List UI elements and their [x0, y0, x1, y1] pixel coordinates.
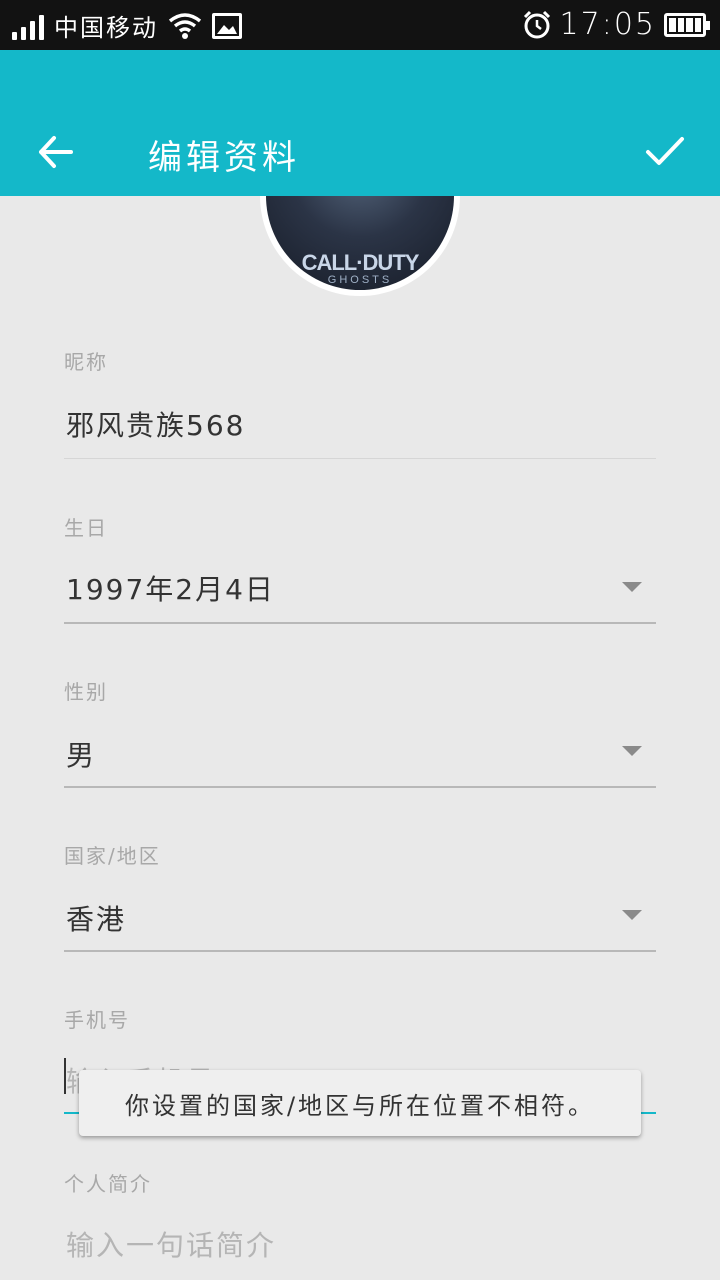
- region-underline: [64, 950, 656, 952]
- status-time: 17:05: [559, 7, 656, 42]
- birthday-value: 1997年2月4日: [66, 573, 275, 606]
- gender-underline: [64, 786, 656, 788]
- wifi-icon: [168, 12, 202, 39]
- check-icon: [646, 137, 684, 165]
- alarm-icon: [523, 10, 550, 38]
- app-bar: 编辑资料: [0, 50, 720, 196]
- nickname-underline: [64, 458, 656, 459]
- status-bar: 中国移动 17:05: [0, 0, 720, 50]
- toast-message: 你设置的国家/地区与所在位置不相符。: [79, 1070, 641, 1136]
- avatar-game-title: CALL·DUTY: [301, 250, 420, 275]
- birthday-underline: [64, 622, 656, 624]
- bio-input[interactable]: 输入一句话简介: [66, 1224, 276, 1264]
- region-field[interactable]: 国家/地区 香港: [64, 840, 656, 952]
- page-title: 编辑资料: [148, 138, 300, 178]
- birthday-field[interactable]: 生日 1997年2月4日: [64, 512, 656, 624]
- phone-label: 手机号: [64, 1008, 130, 1032]
- carrier-name: 中国移动: [54, 14, 158, 42]
- arrow-left-icon: [39, 136, 73, 168]
- signal-icon: [12, 12, 44, 40]
- gender-field[interactable]: 性别 男: [64, 676, 656, 788]
- gender-label: 性别: [64, 680, 108, 704]
- battery-icon: [664, 12, 710, 37]
- chevron-down-icon: [622, 582, 642, 592]
- bio-field[interactable]: 个人简介 输入一句话简介: [64, 1168, 656, 1280]
- bio-label: 个人简介: [64, 1172, 152, 1196]
- gender-value: 男: [66, 739, 97, 772]
- region-label: 国家/地区: [64, 844, 161, 868]
- avatar-game-subtitle: GHOSTS: [327, 274, 393, 286]
- back-button[interactable]: [30, 126, 82, 178]
- birthday-label: 生日: [64, 516, 108, 540]
- nickname-label: 昵称: [64, 350, 108, 374]
- confirm-button[interactable]: [640, 126, 690, 176]
- nickname-field[interactable]: 昵称 邪风贵族568: [64, 346, 656, 460]
- region-value: 香港: [66, 903, 127, 936]
- nickname-input[interactable]: 邪风贵族568: [66, 404, 245, 444]
- screenshot-notification-icon: [212, 12, 242, 39]
- chevron-down-icon: [622, 746, 642, 756]
- chevron-down-icon: [622, 910, 642, 920]
